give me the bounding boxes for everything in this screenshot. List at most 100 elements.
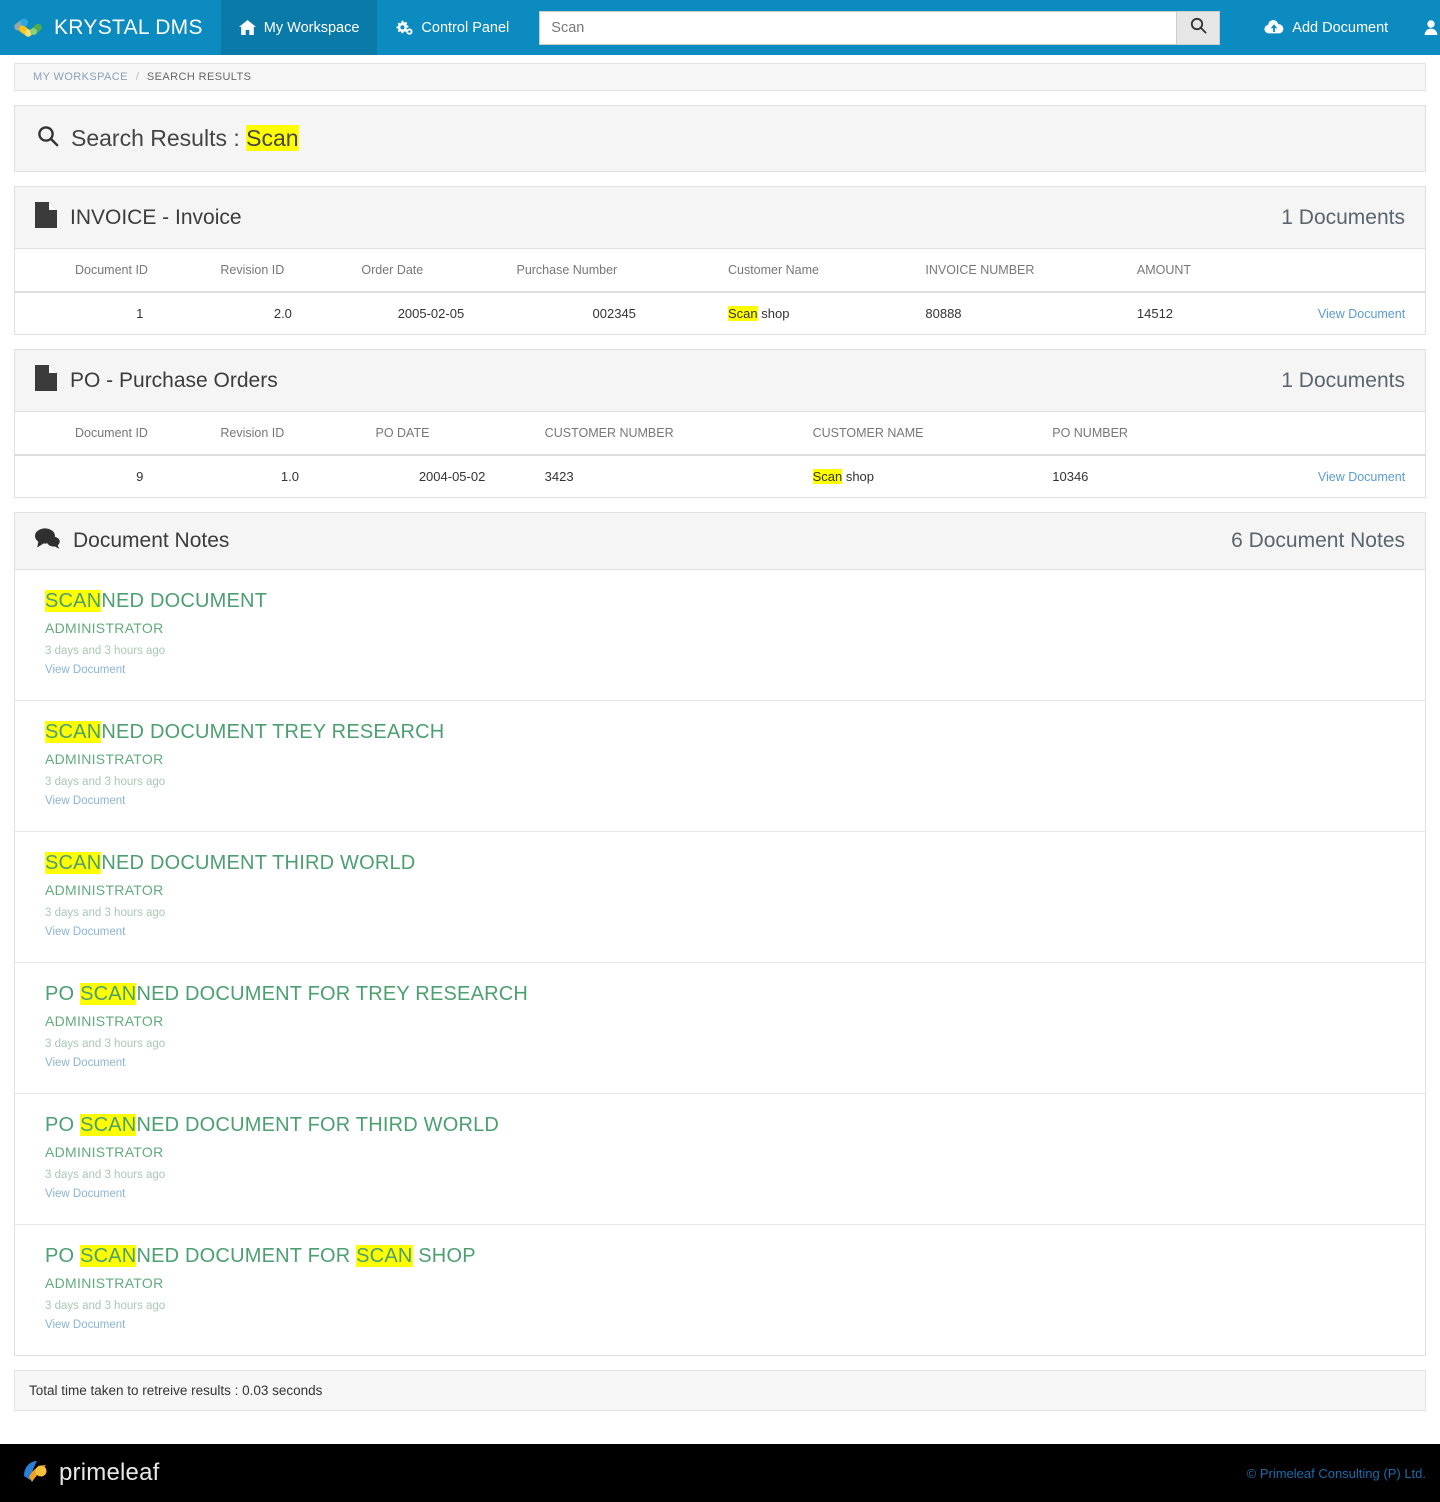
cloud-upload-icon [1264, 20, 1284, 35]
list-item[interactable]: PO SCANNED DOCUMENT FOR TREY RESEARCH AD… [15, 963, 1425, 1094]
column-header [1298, 249, 1425, 293]
section-invoice: INVOICE - Invoice 1 Documents Document I… [14, 186, 1426, 335]
note-timestamp: 3 days and 3 hours ago [45, 1038, 166, 1050]
note-timestamp: 3 days and 3 hours ago [45, 645, 166, 657]
note-author: ADMINISTRATOR [45, 1013, 164, 1029]
nav-item-label: My Workspace [263, 19, 360, 36]
view-document-link[interactable]: View Document [1318, 307, 1405, 321]
note-title: SCANNED DOCUMENT [45, 590, 1395, 613]
krystal-logo-icon [14, 13, 44, 43]
section-count: 1 Documents [1281, 205, 1405, 229]
note-timestamp: 3 days and 3 hours ago [45, 1169, 166, 1181]
note-title-highlight: SCAN [80, 1245, 137, 1267]
note-author: ADMINISTRATOR [45, 1144, 164, 1160]
cell-customer-number: 3423 [536, 455, 805, 497]
list-item[interactable]: SCANNED DOCUMENT TREY RESEARCH ADMINISTR… [15, 701, 1425, 832]
view-document-link[interactable]: View Document [45, 1057, 125, 1069]
note-title-prefix: PO [45, 983, 81, 1005]
gears-icon [395, 20, 413, 36]
note-title-highlight: SCAN [45, 721, 102, 743]
view-document-link[interactable]: View Document [45, 664, 125, 676]
note-timestamp: 3 days and 3 hours ago [45, 907, 166, 919]
section-count: 6 Document Notes [1231, 529, 1405, 552]
navbar-right-group: Add Document ? [1246, 0, 1440, 55]
cell-document-id: 9 [15, 455, 213, 497]
search-icon [1190, 17, 1207, 39]
nav-item-label: Control Panel [421, 19, 510, 36]
cell-action: View Document [1298, 292, 1425, 334]
cell-invoice-number: 80888 [917, 292, 1129, 334]
add-document-button[interactable]: Add Document [1246, 0, 1406, 55]
column-header: Revision ID [212, 412, 368, 456]
note-title-rest: NED DOCUMENT FOR THIRD WORLD [136, 1114, 500, 1136]
cell-action: View Document [1298, 455, 1425, 497]
breadcrumb-separator: / [135, 71, 139, 83]
note-timestamp: 3 days and 3 hours ago [45, 776, 166, 788]
breadcrumb-item-my-workspace[interactable]: MY WORKSPACE [33, 71, 128, 83]
search-icon [37, 125, 59, 152]
section-title: Document Notes [73, 529, 230, 552]
footer-brand-text: primeleaf [59, 1459, 160, 1486]
column-header: PO DATE [367, 412, 537, 456]
brand-title: KRYSTAL DMS [54, 15, 203, 39]
table-header-row: Document ID Revision ID PO DATE CUSTOMER… [15, 412, 1425, 456]
customer-name-rest: shop [757, 306, 790, 321]
section-count: 1 Documents [1281, 368, 1405, 392]
view-document-link[interactable]: View Document [1318, 470, 1405, 484]
primeleaf-logo-icon [20, 1456, 50, 1491]
customer-name-highlight: Scan [727, 306, 758, 321]
cell-po-date: 2004-05-02 [367, 455, 537, 497]
section-document-notes: Document Notes 6 Document Notes SCANNED … [14, 512, 1426, 1356]
note-title-rest: SHOP [412, 1245, 476, 1267]
document-icon [35, 365, 57, 396]
note-title-rest: NED DOCUMENT [101, 590, 268, 612]
global-search [539, 0, 1221, 55]
purchase-orders-table: Document ID Revision ID PO DATE CUSTOMER… [15, 412, 1425, 497]
list-item[interactable]: PO SCANNED DOCUMENT FOR SCAN SHOP ADMINI… [15, 1225, 1425, 1355]
note-title: SCANNED DOCUMENT THIRD WORLD [45, 852, 1395, 875]
note-title: PO SCANNED DOCUMENT FOR THIRD WORLD [45, 1114, 1395, 1137]
cell-po-number: 10346 [1044, 455, 1299, 497]
note-title-highlight-2: SCAN [356, 1245, 413, 1267]
table-row[interactable]: 1 2.0 2005-02-05 002345 Scan shop 80888 … [15, 292, 1425, 334]
nav-item-my-workspace[interactable]: My Workspace [220, 0, 378, 55]
nav-item-control-panel[interactable]: Control Panel [377, 0, 527, 55]
breadcrumb: MY WORKSPACE / SEARCH RESULTS [14, 63, 1426, 91]
section-title: INVOICE - Invoice [70, 205, 242, 229]
search-submit-button[interactable] [1176, 10, 1221, 45]
search-results-panel: Search Results : Scan [14, 105, 1426, 172]
note-title-mid: NED DOCUMENT FOR [136, 1245, 357, 1267]
user-icon [1424, 20, 1438, 35]
note-author: ADMINISTRATOR [45, 620, 164, 636]
table-row[interactable]: 9 1.0 2004-05-02 3423 Scan shop 10346 Vi… [15, 455, 1425, 497]
search-results-label: Search Results : [71, 125, 240, 151]
note-title-prefix: PO [45, 1114, 81, 1136]
list-item[interactable]: SCANNED DOCUMENT THIRD WORLD ADMINISTRAT… [15, 832, 1425, 963]
list-item[interactable]: SCANNED DOCUMENT ADMINISTRATOR 3 days an… [15, 570, 1425, 701]
note-title-highlight: SCAN [45, 852, 102, 874]
search-input[interactable] [539, 10, 1177, 45]
note-title-rest: NED DOCUMENT TREY RESEARCH [101, 721, 445, 743]
cell-revision-id: 2.0 [212, 292, 354, 334]
brand-link[interactable]: KRYSTAL DMS [0, 0, 221, 55]
cell-order-date: 2005-02-05 [353, 292, 509, 334]
note-title: PO SCANNED DOCUMENT FOR SCAN SHOP [45, 1245, 1395, 1268]
view-document-link[interactable]: View Document [45, 926, 125, 938]
note-author: ADMINISTRATOR [45, 882, 164, 898]
table-header-row: Document ID Revision ID Order Date Purch… [15, 249, 1425, 293]
page-footer: primeleaf © Primeleaf Consulting (P) Ltd… [0, 1444, 1440, 1502]
column-header: Customer Name [719, 249, 918, 293]
list-item[interactable]: PO SCANNED DOCUMENT FOR THIRD WORLD ADMI… [15, 1094, 1425, 1225]
view-document-link[interactable]: View Document [45, 1319, 125, 1331]
section-purchase-orders: PO - Purchase Orders 1 Documents Documen… [14, 349, 1426, 498]
status-bar: Total time taken to retreive results : 0… [14, 1370, 1426, 1411]
view-document-link[interactable]: View Document [45, 1188, 125, 1200]
column-header: Revision ID [212, 249, 354, 293]
cell-customer-name: Scan shop [804, 455, 1045, 497]
page-title: Search Results : Scan [71, 125, 299, 152]
search-term: Scan [246, 125, 299, 151]
home-icon [238, 20, 256, 35]
user-menu-button[interactable] [1406, 0, 1440, 55]
view-document-link[interactable]: View Document [45, 795, 125, 807]
top-navbar: KRYSTAL DMS My Workspace Control Panel S… [0, 0, 1440, 55]
